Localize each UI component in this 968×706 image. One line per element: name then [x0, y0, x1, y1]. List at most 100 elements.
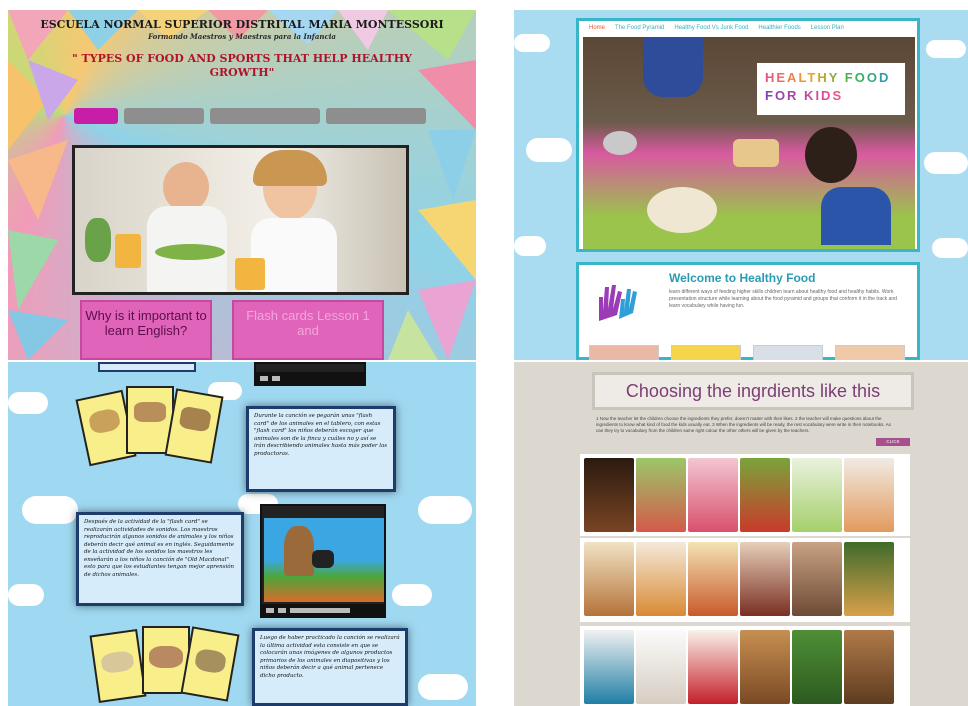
thumbnail-row	[589, 345, 905, 360]
menu-item-food-pyramid[interactable]: The Food Pyramid	[615, 21, 664, 35]
top-menu: Home The Food Pyramid Healthy Food Vs Ju…	[579, 21, 917, 35]
video-controls[interactable]	[256, 372, 364, 384]
food-vegetables[interactable]	[740, 458, 790, 532]
food-loaf[interactable]	[844, 630, 894, 704]
nav-item-food-sports[interactable]	[210, 108, 320, 124]
food-cheese[interactable]	[636, 630, 686, 704]
cloud	[22, 496, 78, 524]
video-player-top[interactable]	[254, 362, 366, 386]
cloud	[932, 238, 968, 258]
page-header: Choosing the ingrdients like this	[592, 372, 914, 410]
nav-item-home[interactable]	[74, 108, 118, 124]
food-fruit[interactable]	[844, 458, 894, 532]
video-controls[interactable]	[262, 604, 384, 616]
cloud	[392, 584, 432, 606]
flash-card-duck[interactable]	[180, 626, 240, 702]
menu-item-lesson-plan[interactable]: Lesson Plan	[811, 21, 844, 35]
cloud	[514, 236, 546, 256]
thumbnail[interactable]	[753, 345, 823, 360]
menu-item-home[interactable]: Home	[589, 21, 605, 35]
school-name: ESCUELA NORMAL SUPERIOR DISTRITAL MARIA …	[40, 18, 444, 31]
vegetables	[85, 218, 111, 262]
food-mixed-vegetables[interactable]	[844, 542, 894, 616]
food-drinks[interactable]	[740, 542, 790, 616]
sandwich	[733, 139, 779, 167]
menu-item-healthy-vs-junk[interactable]: Healthy Food Vs Junk Food	[674, 21, 748, 35]
duck-picture	[193, 647, 228, 675]
food-sausages[interactable]	[792, 542, 842, 616]
video-frame	[264, 518, 384, 602]
text-box-sounds: Después de la actividad de la "flash car…	[76, 512, 244, 606]
cloud	[514, 34, 550, 52]
lion-picture	[87, 407, 122, 436]
nav-item-activities[interactable]	[326, 108, 426, 124]
food-watermelon[interactable]	[792, 630, 842, 704]
healthy-food-logo: HEALTHY FOOD FOR KIDS	[757, 63, 905, 115]
text-box-products: Luego de haber practicado la canción se …	[252, 628, 408, 706]
menu-item-healthier-foods[interactable]: Healthier Foods	[758, 21, 800, 35]
cloud	[926, 40, 966, 58]
text-box-top-edge	[98, 362, 196, 372]
welcome-text: learn different ways of feeding higher s…	[669, 289, 897, 309]
cow-picture	[134, 402, 166, 422]
cloud	[8, 584, 44, 606]
salad-plate	[155, 244, 225, 260]
juice-glass	[235, 258, 265, 290]
instructions-text: 1 Now the teacher let the children choos…	[596, 416, 891, 433]
play-button-icon[interactable]	[312, 550, 334, 568]
food-pumpkin[interactable]	[636, 542, 686, 616]
food-tart[interactable]	[688, 630, 738, 704]
volume-icon[interactable]	[272, 375, 280, 381]
thumbnail[interactable]	[835, 345, 905, 360]
page-title: " TYPES OF FOOD AND SPORTS THAT HELP HEA…	[72, 52, 412, 79]
cloud	[8, 392, 48, 414]
food-sandwich[interactable]	[584, 542, 634, 616]
hero-photo	[72, 145, 409, 295]
flash-card-sheep[interactable]	[89, 628, 147, 704]
flash-cards-box[interactable]: Flash cards Lesson 1 and	[232, 300, 384, 360]
school-subtitle: Formando Maestros y Maestras para la Inf…	[148, 32, 336, 41]
food-salad[interactable]	[636, 458, 686, 532]
flash-card-lesson-page: Durante la canción se pegarán unas "flas…	[8, 362, 476, 706]
food-bread[interactable]	[740, 630, 790, 704]
child-shirt	[821, 187, 891, 245]
plate	[647, 187, 717, 233]
nav-item-types-of-food[interactable]	[124, 108, 204, 124]
bowl	[603, 131, 637, 155]
welcome-title: Welcome to Healthy Food	[669, 271, 816, 285]
thumbnail[interactable]	[589, 345, 659, 360]
logo-line-1: HEALTHY FOOD	[765, 69, 897, 87]
juice-glass	[115, 234, 141, 268]
video-player-cartoon[interactable]	[260, 504, 386, 618]
screenshot-collage: ESCUELA NORMAL SUPERIOR DISTRITAL MARIA …	[0, 0, 968, 706]
thumbnail[interactable]	[671, 345, 741, 360]
healthy-food-page: Home The Food Pyramid Healthy Food Vs Ju…	[514, 10, 968, 360]
child-arm	[643, 37, 703, 97]
hand-print-icon	[599, 285, 637, 321]
food-smoothie[interactable]	[688, 458, 738, 532]
food-juice[interactable]	[688, 542, 738, 616]
logo-line-2: FOR KIDS	[765, 87, 897, 105]
progress-bar[interactable]	[290, 607, 350, 613]
hero-frame: Home The Food Pyramid Healthy Food Vs Ju…	[576, 18, 920, 252]
sheep-picture	[100, 649, 135, 675]
play-icon[interactable]	[266, 607, 274, 613]
child-head	[805, 127, 857, 183]
boy-face	[163, 162, 209, 212]
cloud	[526, 138, 572, 162]
food-utensil[interactable]	[584, 630, 634, 704]
flash-card-horse[interactable]	[164, 388, 224, 464]
welcome-section: Welcome to Healthy Food learn different …	[576, 262, 920, 360]
food-chocolate[interactable]	[584, 458, 634, 532]
volume-icon[interactable]	[278, 607, 286, 613]
pig-picture	[149, 646, 183, 668]
play-icon[interactable]	[260, 375, 268, 381]
why-english-box[interactable]: Why is it important to learn English?	[80, 300, 212, 360]
text-box-song: Durante la canción se pegarán unas "flas…	[246, 406, 396, 492]
nav-bar	[74, 108, 426, 124]
montessori-page: ESCUELA NORMAL SUPERIOR DISTRITAL MARIA …	[8, 10, 476, 360]
click-button[interactable]: CLICK	[876, 438, 910, 446]
cartoon-character	[284, 526, 314, 576]
food-zucchini[interactable]	[792, 458, 842, 532]
girl-hair	[253, 150, 327, 186]
